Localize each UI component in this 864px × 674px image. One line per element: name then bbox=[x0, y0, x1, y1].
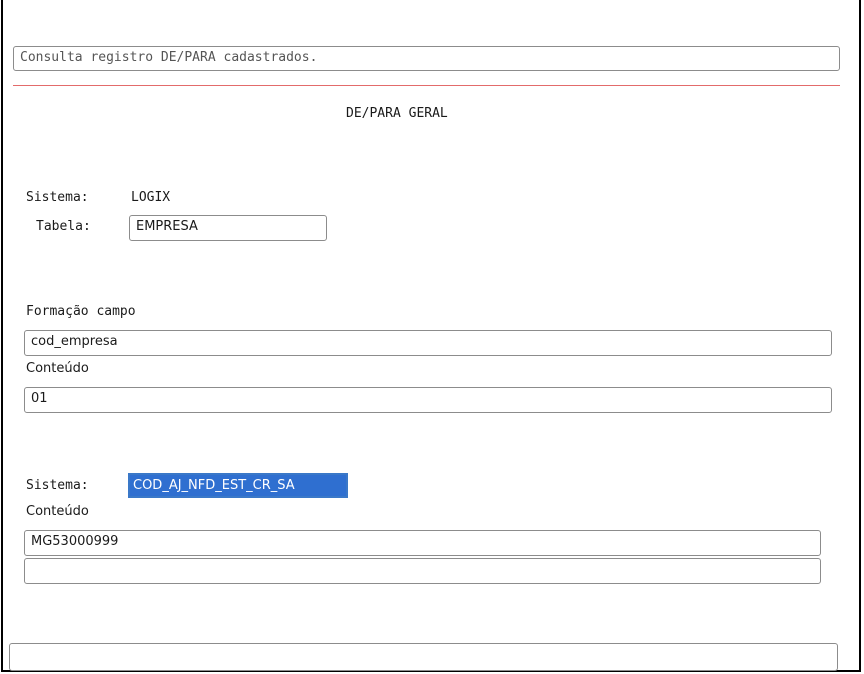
conteudo-value: 01 bbox=[31, 391, 48, 406]
divider bbox=[13, 85, 840, 86]
formacao-campo-label: Formação campo bbox=[26, 304, 136, 319]
status-bar bbox=[9, 643, 838, 671]
tabela-value: EMPRESA bbox=[136, 219, 198, 234]
conteudo-label: Conteúdo bbox=[26, 361, 89, 376]
formacao-campo-value: cod_empresa bbox=[31, 334, 118, 349]
conteudo-destino-field[interactable]: MG53000999 bbox=[24, 530, 821, 556]
sistema-value: LOGIX bbox=[131, 190, 171, 205]
message-text: Consulta registro DE/PARA cadastrados. bbox=[20, 50, 318, 65]
conteudo-destino-field-2[interactable] bbox=[24, 558, 821, 584]
tabela-field[interactable]: EMPRESA bbox=[129, 215, 327, 241]
conteudo-field[interactable]: 01 bbox=[24, 387, 832, 413]
conteudo-destino-label: Conteúdo bbox=[26, 504, 89, 519]
tabela-label: Tabela: bbox=[36, 219, 91, 234]
sistema-destino-field[interactable]: COD_AJ_NFD_EST_CR_SA bbox=[128, 473, 348, 498]
page-title: DE/PARA GERAL bbox=[346, 106, 448, 121]
message-bar: Consulta registro DE/PARA cadastrados. bbox=[13, 46, 840, 71]
sistema-destino-label: Sistema: bbox=[26, 478, 89, 493]
sistema-label: Sistema: bbox=[26, 190, 89, 205]
sistema-destino-value: COD_AJ_NFD_EST_CR_SA bbox=[133, 478, 295, 493]
formacao-campo-field[interactable]: cod_empresa bbox=[24, 330, 832, 356]
conteudo-destino-value: MG53000999 bbox=[31, 534, 119, 549]
